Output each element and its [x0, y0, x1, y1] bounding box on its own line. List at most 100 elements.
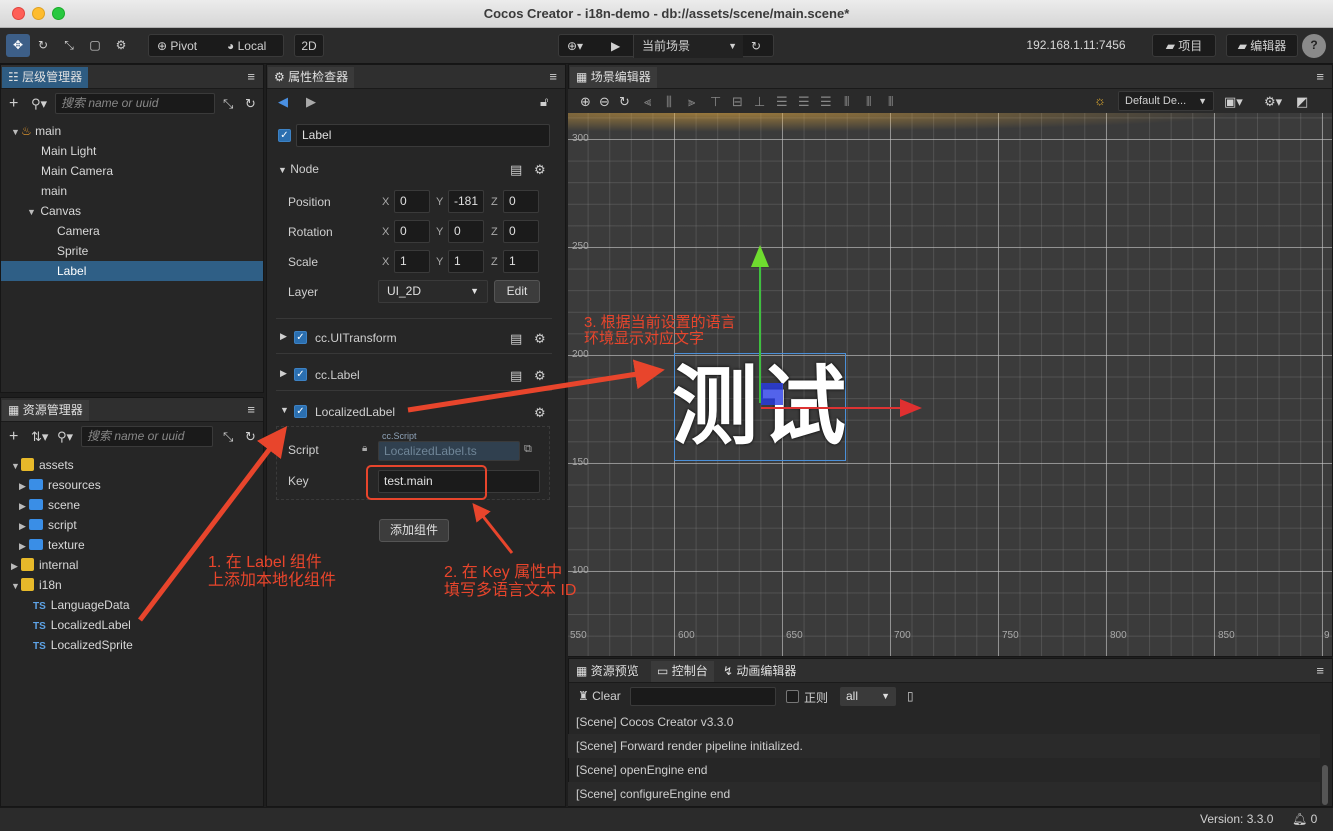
collapsed-arrow-icon[interactable]: ▶ [11, 556, 21, 576]
rotate-tool-icon[interactable]: ↻ [32, 34, 54, 57]
collapsed-arrow-icon[interactable]: ▶ [19, 536, 29, 556]
scale-y-input[interactable]: 1 [448, 250, 484, 273]
preview-ip[interactable]: 192.168.1.11:7456 [1020, 34, 1132, 57]
panel-menu-icon[interactable]: ≡ [1316, 663, 1324, 678]
refresh-icon[interactable]: ↻ [245, 429, 256, 445]
reset-view-icon[interactable]: ↻ [619, 94, 630, 110]
align-right-icon[interactable]: ⫸ [688, 94, 695, 110]
open-script-icon[interactable]: ⧉ [524, 443, 532, 456]
label-component-checkbox[interactable]: ✓ [294, 368, 307, 381]
rotation-y-input[interactable]: 0 [448, 220, 484, 243]
sort-icon[interactable]: ⇅▾ [31, 429, 48, 445]
distribute-middle-icon[interactable]: ☰ [798, 94, 810, 110]
collapsed-arrow-icon[interactable]: ▶ [19, 476, 29, 496]
expand-arrow-icon[interactable]: ▼ [11, 576, 21, 596]
tab-asset-preview[interactable]: ▦ 资源预览 [570, 661, 645, 682]
console-filter-input[interactable] [630, 687, 776, 706]
collapsed-arrow-icon[interactable]: ▶ [280, 368, 287, 379]
panel-menu-icon[interactable]: ≡ [1316, 69, 1324, 84]
refresh-icon[interactable]: ↻ [245, 96, 256, 112]
panel-menu-icon[interactable]: ≡ [549, 69, 557, 84]
expand-arrow-icon[interactable]: ▼ [11, 456, 21, 476]
align-v-center-icon[interactable]: ⊟ [732, 94, 743, 110]
tree-item-sprite[interactable]: Sprite [1, 241, 263, 261]
position-y-input[interactable]: -181 [448, 190, 484, 213]
platform-globe-icon[interactable]: ⊕▾ [567, 35, 583, 58]
align-left-icon[interactable]: ⫷ [644, 94, 651, 110]
project-button[interactable]: ▰ 项目 [1152, 34, 1216, 57]
distribute-center-icon[interactable]: ⫴ [866, 94, 871, 110]
collapsed-arrow-icon[interactable]: ▶ [19, 496, 29, 516]
tree-item-main-camera[interactable]: Main Camera [1, 161, 263, 181]
panel-menu-icon[interactable]: ≡ [247, 69, 255, 84]
asset-texture[interactable]: ▶ texture [1, 535, 263, 555]
scene-viewport[interactable]: 300 250 200 150 100 550 600 650 700 750 … [568, 113, 1332, 656]
search-filter-icon[interactable]: ⚲▾ [57, 429, 73, 445]
regex-checkbox[interactable] [786, 690, 799, 703]
hierarchy-search-input[interactable]: 搜索 name or uuid [55, 93, 215, 114]
localized-label-component-title[interactable]: LocalizedLabel [315, 405, 395, 419]
node-name-input[interactable]: Label [296, 124, 550, 147]
tree-item-main-light[interactable]: Main Light [1, 141, 263, 161]
node-section-header[interactable]: ▼ Node [278, 162, 319, 176]
back-arrow-icon[interactable]: ◀ [278, 94, 288, 110]
gizmo-x-axis[interactable] [761, 407, 901, 409]
collapse-icon[interactable]: ⤡ [223, 429, 233, 445]
forward-arrow-icon[interactable]: ▶ [306, 94, 316, 110]
settings-gear-icon[interactable]: ⚙▾ [1264, 94, 1282, 110]
collapsed-arrow-icon[interactable]: ▶ [280, 331, 287, 342]
notifications-indicator[interactable]: 🔔︎ 0 [1292, 812, 1317, 826]
tab-inspector[interactable]: ⚙ 属性检查器 [268, 67, 355, 88]
local-button[interactable]: ◕ Local [227, 35, 266, 58]
collapse-icon[interactable]: ⤡ [223, 96, 233, 112]
scene-select[interactable]: 当前场景 ▼ [633, 35, 743, 58]
gizmo-y-axis[interactable] [759, 263, 761, 403]
settings-gear-icon[interactable]: ⚙ [534, 405, 546, 421]
docs-icon[interactable]: ▤ [510, 331, 522, 347]
clear-console-button[interactable]: ♜ Clear [578, 689, 621, 703]
move-tool-icon[interactable]: ✥ [6, 34, 30, 57]
expand-arrow-icon[interactable]: ▼ [27, 202, 37, 222]
distribute-bottom-icon[interactable]: ☰ [820, 94, 832, 110]
gizmo-x-arrow-icon[interactable] [900, 399, 922, 417]
pivot-button[interactable]: ⊕ Pivot [157, 35, 197, 58]
add-component-button[interactable]: 添加组件 [379, 519, 449, 542]
tree-item-label-selected[interactable]: Label [1, 261, 263, 281]
log-level-select[interactable]: all ▼ [840, 687, 896, 706]
align-top-icon[interactable]: ⊤ [710, 94, 721, 110]
tree-item-main[interactable]: main [1, 181, 263, 201]
sun-light-icon[interactable]: ☼ [1094, 93, 1106, 108]
gizmo-y-arrow-icon[interactable] [751, 245, 769, 267]
log-file-icon[interactable]: ▯ [907, 689, 914, 703]
uitransform-component-title[interactable]: cc.UITransform [315, 331, 397, 345]
label-component-title[interactable]: cc.Label [315, 368, 360, 382]
scale-tool-icon[interactable]: ⤡ [58, 34, 80, 57]
lock-open-icon[interactable]: 🔓︎ [540, 94, 548, 110]
console-scrollbar[interactable] [1322, 765, 1328, 805]
tree-item-canvas[interactable]: ▼ Canvas [1, 201, 263, 221]
distribute-right-icon[interactable]: ⫴ [888, 94, 893, 110]
tab-assets[interactable]: ▦ 资源管理器 [2, 400, 89, 421]
docs-icon[interactable]: ▤ [510, 162, 522, 178]
settings-gear-icon[interactable]: ⚙ [534, 368, 546, 384]
tab-console[interactable]: ▭ 控制台 [651, 661, 714, 682]
gizmo-toggle-icon[interactable]: ◩ [1296, 94, 1308, 110]
zoom-in-icon[interactable]: ⊕ [580, 94, 591, 110]
zoom-out-icon[interactable]: ⊖ [599, 94, 610, 110]
distribute-left-icon[interactable]: ⫴ [844, 94, 849, 110]
help-icon[interactable]: ? [1302, 34, 1326, 58]
assets-search-input[interactable]: 搜索 name or uuid [81, 426, 213, 447]
align-h-center-icon[interactable]: ⫼ [666, 94, 672, 110]
mode-2d-button[interactable]: 2D [294, 34, 324, 57]
position-x-input[interactable]: 0 [394, 190, 430, 213]
camera-select[interactable]: Default De... ▼ [1118, 91, 1214, 111]
settings-gear-icon[interactable]: ⚙ [534, 331, 546, 347]
tree-item-camera[interactable]: Camera [1, 221, 263, 241]
asset-resources[interactable]: ▶ resources [1, 475, 263, 495]
editor-button[interactable]: ▰ 编辑器 [1226, 34, 1298, 57]
align-bottom-icon[interactable]: ⊥ [754, 94, 765, 110]
tree-item-main-scene[interactable]: ▼♨ main [1, 121, 263, 141]
transform-settings-icon[interactable]: ⚙ [110, 34, 132, 57]
search-filter-icon[interactable]: ⚲▾ [31, 96, 47, 112]
asset-localized-label[interactable]: TS LocalizedLabel [1, 615, 263, 635]
